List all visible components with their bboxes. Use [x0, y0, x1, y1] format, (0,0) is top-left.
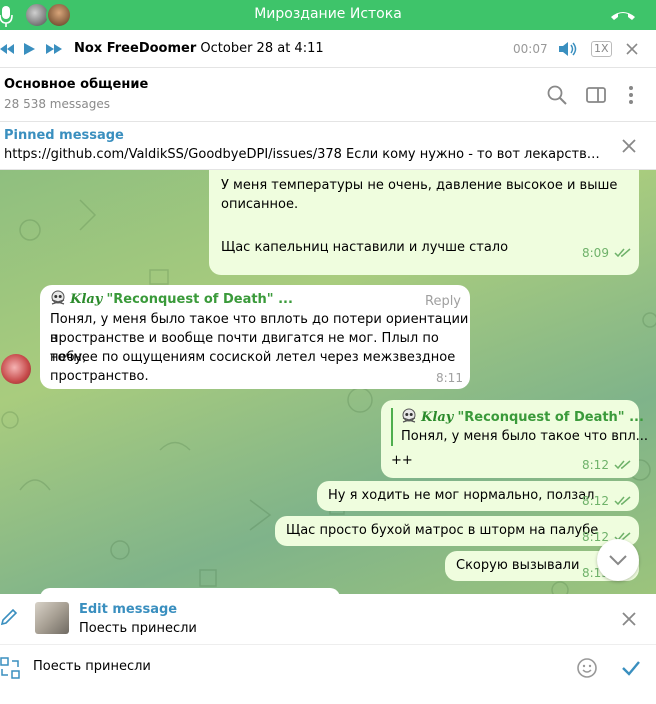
message-text: Щас капельниц наставили и лучше стало [221, 240, 509, 255]
message-input[interactable] [33, 659, 533, 674]
message-text: Ну я ходить не мог нормально, ползал [328, 488, 595, 503]
message-text: Щас просто бухой матрос в шторм на палуб… [286, 523, 599, 538]
reply-quote-header: Klay "Reconquest of Death" ... [401, 408, 644, 427]
track-info[interactable]: Nox FreeDoomer October 28 at 4:11 [74, 41, 324, 56]
track-artist: Nox FreeDoomer [74, 41, 197, 56]
audio-player: Nox FreeDoomer October 28 at 4:11 00:07 … [0, 30, 656, 68]
next-track-icon[interactable] [46, 41, 62, 57]
pencil-icon [0, 608, 18, 626]
message-bubble-outgoing[interactable]: У меня температуры не очень, давление вы… [209, 170, 639, 275]
play-icon[interactable] [22, 41, 36, 57]
reply-sender-glyph: Klay [421, 410, 454, 425]
voice-chat-title: Мироздание Истока [254, 6, 402, 22]
message-text: Скорую вызывали [456, 558, 580, 573]
chat-message-count: 28 538 messages [4, 97, 110, 111]
track-time: 00:07 [513, 42, 548, 56]
read-ticks-icon [614, 460, 631, 470]
chat-title[interactable]: Основное общение [4, 77, 148, 92]
pinned-message-text: https://github.com/ValdikSS/GoodbyeDPI/i… [4, 147, 600, 162]
emoji-icon[interactable] [576, 657, 598, 679]
volume-icon[interactable] [558, 41, 578, 57]
reply-link[interactable]: Reply [425, 292, 461, 311]
edit-message-title: Edit message [79, 602, 178, 617]
playback-speed-button[interactable]: 1X [591, 41, 612, 57]
message-time: 8:12 [582, 458, 609, 472]
message-list[interactable]: У меня температуры не очень, давление вы… [0, 170, 656, 594]
message-input-bar [0, 644, 656, 704]
read-ticks-icon [614, 496, 631, 506]
close-player-icon[interactable] [625, 41, 639, 57]
edit-message-preview: Поесть принесли [79, 621, 197, 636]
more-options-icon[interactable] [620, 84, 642, 106]
message-text: У меня температуры не очень, давление вы… [221, 178, 618, 193]
chat-header[interactable]: Основное общение 28 538 messages [0, 68, 656, 122]
reply-quote-text: Понял, у меня было такое что впл... [401, 429, 649, 444]
message-bubble-outgoing[interactable]: Klay "Reconquest of Death" ... Понял, у … [381, 400, 648, 478]
read-ticks-icon [614, 248, 631, 258]
skull-icon [51, 290, 65, 305]
close-pinned-icon[interactable] [620, 137, 638, 155]
replace-media-icon[interactable] [0, 657, 20, 679]
pinned-message-title: Pinned message [4, 128, 124, 143]
sender-reply-title: "Reconquest of Death" ... [106, 292, 293, 307]
sidebar-toggle-icon[interactable] [585, 84, 607, 106]
message-sender-line: Klay "Reconquest of Death" ... [50, 290, 293, 309]
cancel-edit-icon[interactable] [620, 610, 638, 628]
pinned-message-bar[interactable]: Pinned message https://github.com/Valdik… [0, 122, 656, 170]
edited-media-thumbnail [35, 602, 69, 634]
save-edit-check-icon[interactable] [621, 658, 641, 678]
chevron-down-icon [609, 555, 627, 566]
hangup-icon[interactable] [610, 8, 636, 22]
reply-quote-bar[interactable] [391, 408, 393, 446]
message-text: ++ [391, 453, 413, 468]
message-bubble-incoming[interactable]: Klay "Reconquest of Death" ... Reply Пон… [40, 285, 470, 389]
previous-track-icon[interactable] [0, 41, 14, 57]
message-time: 8:12 [582, 494, 609, 508]
message-text: точнее по ощущениям сосиской летел через… [50, 350, 456, 365]
edit-message-bar[interactable]: Edit message Поесть принесли [0, 594, 656, 644]
message-bubble-outgoing[interactable]: Щас просто бухой матрос в шторм на палуб… [275, 516, 639, 546]
scroll-to-bottom-button[interactable] [597, 539, 639, 581]
message-time: 8:09 [582, 246, 609, 260]
skull-icon [402, 408, 416, 423]
message-text: пространство. [50, 369, 149, 384]
sender-avatar[interactable] [1, 354, 31, 384]
search-icon[interactable] [546, 84, 568, 106]
track-date: October 28 at 4:11 [200, 41, 324, 56]
message-text: описанное. [221, 197, 299, 212]
sender-name-glyph: Klay [70, 292, 103, 307]
message-time: 8:11 [436, 371, 463, 385]
message-bubble-outgoing[interactable]: Ну я ходить не мог нормально, ползал 8:1… [317, 481, 639, 511]
voice-chat-bar[interactable]: Мироздание Истока [0, 0, 656, 30]
reply-title: "Reconquest of Death" ... [457, 410, 644, 425]
